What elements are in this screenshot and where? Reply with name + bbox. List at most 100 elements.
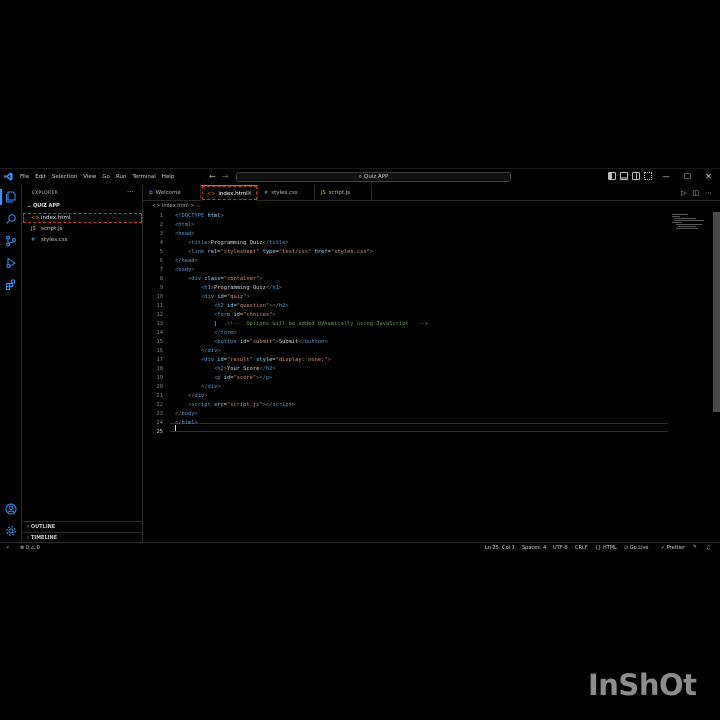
code-line: 22 <script src="script.js"></script> <box>143 401 673 410</box>
timeline-section[interactable]: › TIMELINE <box>23 532 142 542</box>
line-number: 7 <box>159 267 163 273</box>
tab-script-js[interactable]: JS script.js <box>315 185 372 201</box>
code-token: > <box>233 330 237 336</box>
menu-run[interactable]: Run <box>116 171 127 183</box>
file-name: index.html <box>41 215 71 221</box>
run-icon[interactable]: ▷ <box>681 189 686 197</box>
code-editor[interactable]: 1 <!DOCTYPE html> 2 <html> 3 <head> 4 <title>P… <box>143 212 673 437</box>
file-item-styles-css[interactable]: # styles.css <box>23 235 142 245</box>
code-token: script <box>191 402 214 408</box>
code-token: > <box>194 420 198 426</box>
toggle-sidebar-icon[interactable] <box>608 172 616 180</box>
language-mode[interactable]: {} HTML <box>595 543 617 553</box>
code-token: ></ <box>262 402 273 408</box>
code-token: title <box>269 240 286 246</box>
toggle-panel-icon[interactable] <box>620 172 628 180</box>
code-token: div <box>207 384 218 390</box>
run-debug-icon[interactable] <box>5 257 17 269</box>
code-token: div <box>204 294 218 300</box>
menu-file[interactable]: File <box>20 171 29 183</box>
code-token: script <box>272 402 292 408</box>
code-line: 24 </html> <box>143 419 673 428</box>
tab-welcome[interactable]: ⧉ Welcome <box>143 185 201 201</box>
source-control-icon[interactable] <box>5 235 17 247</box>
close-window-icon[interactable]: ✕ <box>705 170 712 184</box>
file-name: styles.css <box>41 237 68 243</box>
tab-styles-css[interactable]: # styles.css <box>258 185 315 201</box>
back-arrow-icon[interactable]: ← <box>209 171 216 183</box>
code-token: > <box>285 303 289 309</box>
line-number: 16 <box>156 348 164 354</box>
menu-go[interactable]: Go <box>102 171 110 183</box>
prettier-status[interactable]: ✓ Prettier <box>661 543 685 553</box>
notifications-bell-icon[interactable]: ♫ <box>706 543 710 553</box>
code-token: > <box>220 213 224 219</box>
more-actions-icon[interactable]: ⋯ <box>705 189 712 197</box>
menu-view[interactable]: View <box>83 171 96 183</box>
code-token: > <box>217 384 221 390</box>
tab-file-icon: # <box>264 190 269 196</box>
breadcrumb[interactable]: <> index.html > ... <box>152 203 201 209</box>
file-item-script-js[interactable]: JS script.js <box>23 224 142 234</box>
code-text: <head> <box>175 230 194 239</box>
code-line: 25 <box>143 428 673 437</box>
indentation-status[interactable]: Spaces: 4 <box>522 543 546 553</box>
menu-terminal[interactable]: Terminal <box>132 171 155 183</box>
feedback-icon[interactable]: ✎ <box>693 543 697 553</box>
line-number: 10 <box>156 294 164 300</box>
line-number: 18 <box>156 366 164 372</box>
code-token: "submit" <box>249 339 276 345</box>
outline-section[interactable]: › OUTLINE <box>23 521 142 531</box>
menu-edit[interactable]: Edit <box>35 171 46 183</box>
menu-selection[interactable]: Selection <box>52 171 77 183</box>
explorer-icon[interactable] <box>5 191 17 203</box>
split-editor-icon[interactable]: ◫ <box>692 189 699 197</box>
code-token: div <box>204 357 218 363</box>
code-token: "container" <box>223 276 260 282</box>
eol-status[interactable]: CRLF <box>575 543 588 553</box>
file-item-index-html[interactable]: <> index.html <box>23 213 142 223</box>
code-line: 17 <div id="result" style="display: none… <box>143 356 673 365</box>
problems-indicator[interactable]: ⊗ 0 ⚠ 0 <box>20 543 40 553</box>
forward-arrow-icon[interactable]: → <box>222 171 229 183</box>
manage-gear-icon[interactable] <box>5 525 17 537</box>
code-text: </body> <box>175 410 198 419</box>
cursor-position[interactable]: Ln 25, Col 1 <box>485 543 515 553</box>
vertical-scrollbar[interactable] <box>713 212 720 412</box>
accounts-icon[interactable] <box>5 503 17 515</box>
code-token: > <box>327 357 331 363</box>
go-live-button[interactable]: ⊙ Go Live <box>624 543 649 553</box>
tab-label: script.js <box>328 190 351 196</box>
code-token: <!-- Options will be added dynamically u… <box>226 321 429 327</box>
remote-indicator-icon[interactable]: ⚡ <box>6 543 10 553</box>
line-number: 22 <box>156 402 164 408</box>
encoding-status[interactable]: UTF-8 <box>553 543 568 553</box>
menu-help[interactable]: Help <box>162 171 175 183</box>
code-token: > <box>272 312 276 318</box>
tab-index-html[interactable]: <> index.html × <box>201 185 258 201</box>
search-view-icon[interactable] <box>5 213 17 225</box>
code-token: body <box>178 267 192 273</box>
command-center-search[interactable]: ⌕ Quiz APP <box>236 172 511 182</box>
close-tab-icon[interactable]: × <box>247 186 252 202</box>
project-folder-header[interactable]: ⌄ QUIZ APP <box>27 203 60 209</box>
code-text: <link rel="stylesheet" type="text/css" h… <box>175 248 373 257</box>
minimize-icon[interactable]: — <box>662 170 670 184</box>
code-token: class <box>204 276 221 282</box>
code-token: body <box>181 411 195 417</box>
code-text: </div> <box>175 347 221 356</box>
extensions-icon[interactable] <box>5 279 17 291</box>
maximize-icon[interactable]: ☐ <box>684 170 691 184</box>
line-number: 11 <box>156 303 164 309</box>
code-token: "quiz" <box>226 294 247 300</box>
code-token: Your Score <box>226 366 260 372</box>
minimap[interactable] <box>672 212 712 232</box>
code-token: > <box>191 222 195 228</box>
project-name: QUIZ APP <box>32 203 60 209</box>
customize-layout-icon[interactable] <box>644 172 652 180</box>
explorer-more-actions-icon[interactable]: ··· <box>127 188 134 196</box>
toggle-secondary-sidebar-icon[interactable] <box>632 172 640 180</box>
